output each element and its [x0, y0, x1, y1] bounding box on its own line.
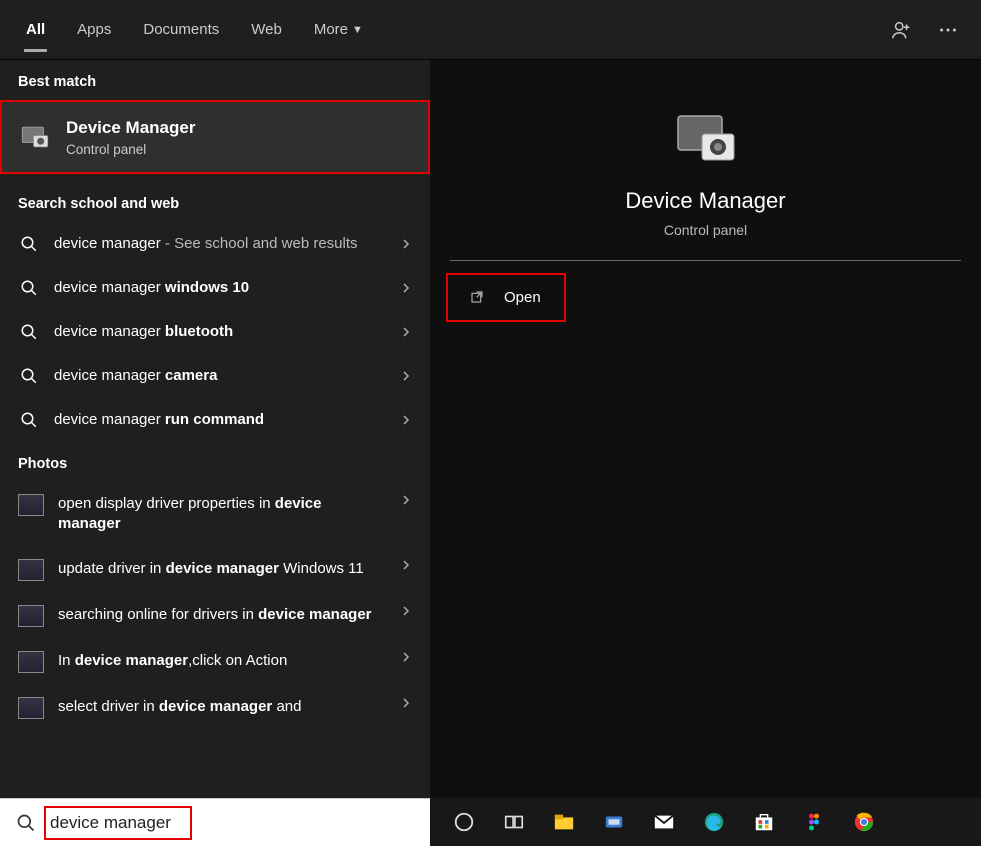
- account-icon[interactable]: [891, 19, 913, 41]
- result-text: device manager run command: [54, 410, 382, 430]
- search-scope-tabs: All Apps Documents Web More▼: [0, 0, 981, 60]
- result-text: searching online for drivers in device m…: [58, 605, 382, 625]
- result-text: select driver in device manager and: [58, 697, 382, 717]
- search-icon: [18, 233, 40, 255]
- chevron-right-icon[interactable]: [396, 559, 416, 571]
- result-text: device manager windows 10: [54, 278, 382, 298]
- section-web: Search school and web: [0, 182, 430, 222]
- device-manager-icon: [672, 108, 740, 168]
- cortana-icon[interactable]: [452, 810, 476, 834]
- section-best-match: Best match: [0, 60, 430, 100]
- tab-documents[interactable]: Documents: [127, 0, 235, 60]
- web-result[interactable]: device manager camera: [0, 354, 430, 398]
- chevron-right-icon[interactable]: [396, 370, 416, 382]
- chevron-right-icon[interactable]: [396, 282, 416, 294]
- preview-title: Device Manager: [625, 188, 785, 214]
- photo-result[interactable]: select driver in device manager and: [0, 685, 430, 731]
- chevron-right-icon[interactable]: [396, 605, 416, 617]
- preview-panel: Device Manager Control panel Open: [430, 60, 981, 798]
- photo-thumb-icon: [18, 494, 44, 516]
- search-icon: [18, 321, 40, 343]
- figma-icon[interactable]: [802, 810, 826, 834]
- edge-icon[interactable]: [702, 810, 726, 834]
- chrome-icon[interactable]: [852, 810, 876, 834]
- result-text: device manager camera: [54, 366, 382, 386]
- file-explorer-icon[interactable]: [552, 810, 576, 834]
- mail-icon[interactable]: [652, 810, 676, 834]
- web-result[interactable]: device manager windows 10: [0, 266, 430, 310]
- photo-result[interactable]: open display driver properties in device…: [0, 482, 430, 547]
- chevron-right-icon[interactable]: [396, 414, 416, 426]
- result-text: open display driver properties in device…: [58, 494, 382, 535]
- result-text: device manager bluetooth: [54, 322, 382, 342]
- divider: [450, 260, 961, 261]
- tab-all[interactable]: All: [10, 0, 61, 60]
- store-icon[interactable]: [752, 810, 776, 834]
- search-box[interactable]: [0, 798, 430, 846]
- best-match-subtitle: Control panel: [66, 142, 195, 157]
- result-text: device manager - See school and web resu…: [54, 234, 382, 254]
- web-result[interactable]: device manager bluetooth: [0, 310, 430, 354]
- web-result[interactable]: device manager - See school and web resu…: [0, 222, 430, 266]
- results-column: Best match Device Manager Control panel …: [0, 60, 430, 798]
- chevron-right-icon[interactable]: [396, 697, 416, 709]
- photo-thumb-icon: [18, 651, 44, 673]
- open-icon: [470, 290, 486, 306]
- chevron-right-icon[interactable]: [396, 326, 416, 338]
- tab-apps[interactable]: Apps: [61, 0, 127, 60]
- search-icon: [16, 813, 36, 833]
- tab-more[interactable]: More▼: [298, 0, 379, 60]
- search-icon: [18, 365, 40, 387]
- best-match-title: Device Manager: [66, 118, 195, 138]
- more-options-icon[interactable]: [937, 19, 959, 41]
- chevron-right-icon[interactable]: [396, 494, 416, 506]
- section-photos: Photos: [0, 442, 430, 482]
- photo-thumb-icon: [18, 605, 44, 627]
- result-text: In device manager,click on Action: [58, 651, 382, 671]
- settings-app-icon[interactable]: [602, 810, 626, 834]
- result-text: update driver in device manager Windows …: [58, 559, 382, 579]
- open-label: Open: [504, 289, 541, 306]
- search-icon: [18, 409, 40, 431]
- photo-result[interactable]: In device manager,click on Action: [0, 639, 430, 685]
- photo-thumb-icon: [18, 559, 44, 581]
- chevron-down-icon: ▼: [352, 24, 363, 36]
- taskbar: [430, 798, 981, 846]
- tab-web[interactable]: Web: [235, 0, 298, 60]
- web-result[interactable]: device manager run command: [0, 398, 430, 442]
- task-view-icon[interactable]: [502, 810, 526, 834]
- photo-result[interactable]: searching online for drivers in device m…: [0, 593, 430, 639]
- photo-thumb-icon: [18, 697, 44, 719]
- preview-subtitle: Control panel: [664, 222, 747, 238]
- chevron-right-icon[interactable]: [396, 651, 416, 663]
- open-button[interactable]: Open: [446, 273, 566, 322]
- photo-result[interactable]: update driver in device manager Windows …: [0, 547, 430, 593]
- chevron-right-icon[interactable]: [396, 238, 416, 250]
- best-match-result[interactable]: Device Manager Control panel: [0, 100, 430, 174]
- search-input[interactable]: [50, 813, 414, 833]
- device-manager-icon: [18, 120, 52, 154]
- search-icon: [18, 277, 40, 299]
